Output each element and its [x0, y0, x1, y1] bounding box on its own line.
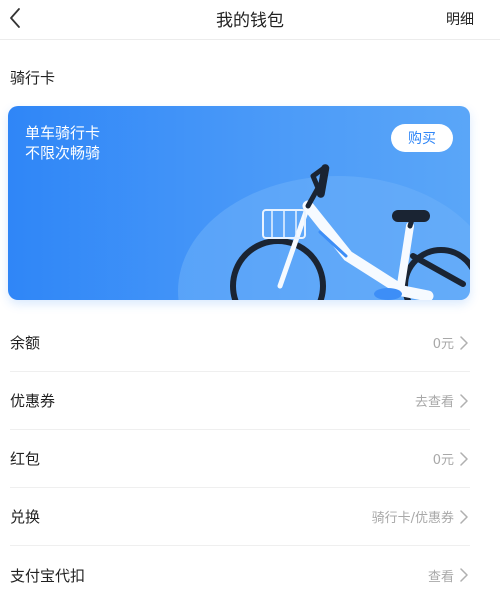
chevron-right-icon — [460, 509, 470, 524]
wallet-page: 我的钱包 明细 骑行卡 单车骑行卡 不限次畅骑 购买 余额 0元 优惠券 去查看… — [0, 0, 500, 616]
row-value: 0元 — [432, 453, 454, 468]
section-title: 骑行卡 — [10, 69, 56, 87]
red-packet-row[interactable]: 红包 0元 — [10, 430, 470, 488]
row-value: 0元 — [432, 337, 454, 352]
page-title: 我的钱包 — [216, 11, 284, 31]
header: 我的钱包 明细 — [0, 0, 500, 40]
redeem-row[interactable]: 兑换 骑行卡/优惠券 — [10, 488, 470, 546]
card-line-1: 单车骑行卡 — [25, 124, 101, 142]
row-label: 优惠券 — [10, 392, 56, 410]
row-value: 去查看 — [414, 395, 454, 410]
chevron-right-icon — [460, 451, 470, 466]
chevron-right-icon — [460, 393, 470, 408]
row-label: 支付宝代扣 — [10, 566, 86, 585]
row-label: 红包 — [10, 450, 41, 468]
buy-button[interactable]: 购买 — [391, 124, 453, 152]
chevron-right-icon — [460, 335, 470, 350]
row-label: 余额 — [10, 334, 41, 352]
alipay-withhold-row[interactable]: 支付宝代扣 查看 — [10, 546, 470, 604]
coupon-row[interactable]: 优惠券 去查看 — [10, 372, 470, 430]
balance-row[interactable]: 余额 0元 — [10, 314, 470, 372]
detail-link[interactable]: 明细 — [446, 9, 474, 29]
chevron-right-icon — [460, 568, 470, 582]
card-text: 单车骑行卡 不限次畅骑 — [25, 123, 100, 163]
row-value: 骑行卡/优惠券 — [371, 511, 454, 526]
riding-card-banner[interactable]: 单车骑行卡 不限次畅骑 购买 — [8, 106, 470, 300]
row-value: 查看 — [427, 569, 454, 585]
row-label: 兑换 — [10, 508, 41, 526]
card-line-2: 不限次畅骑 — [25, 144, 101, 162]
